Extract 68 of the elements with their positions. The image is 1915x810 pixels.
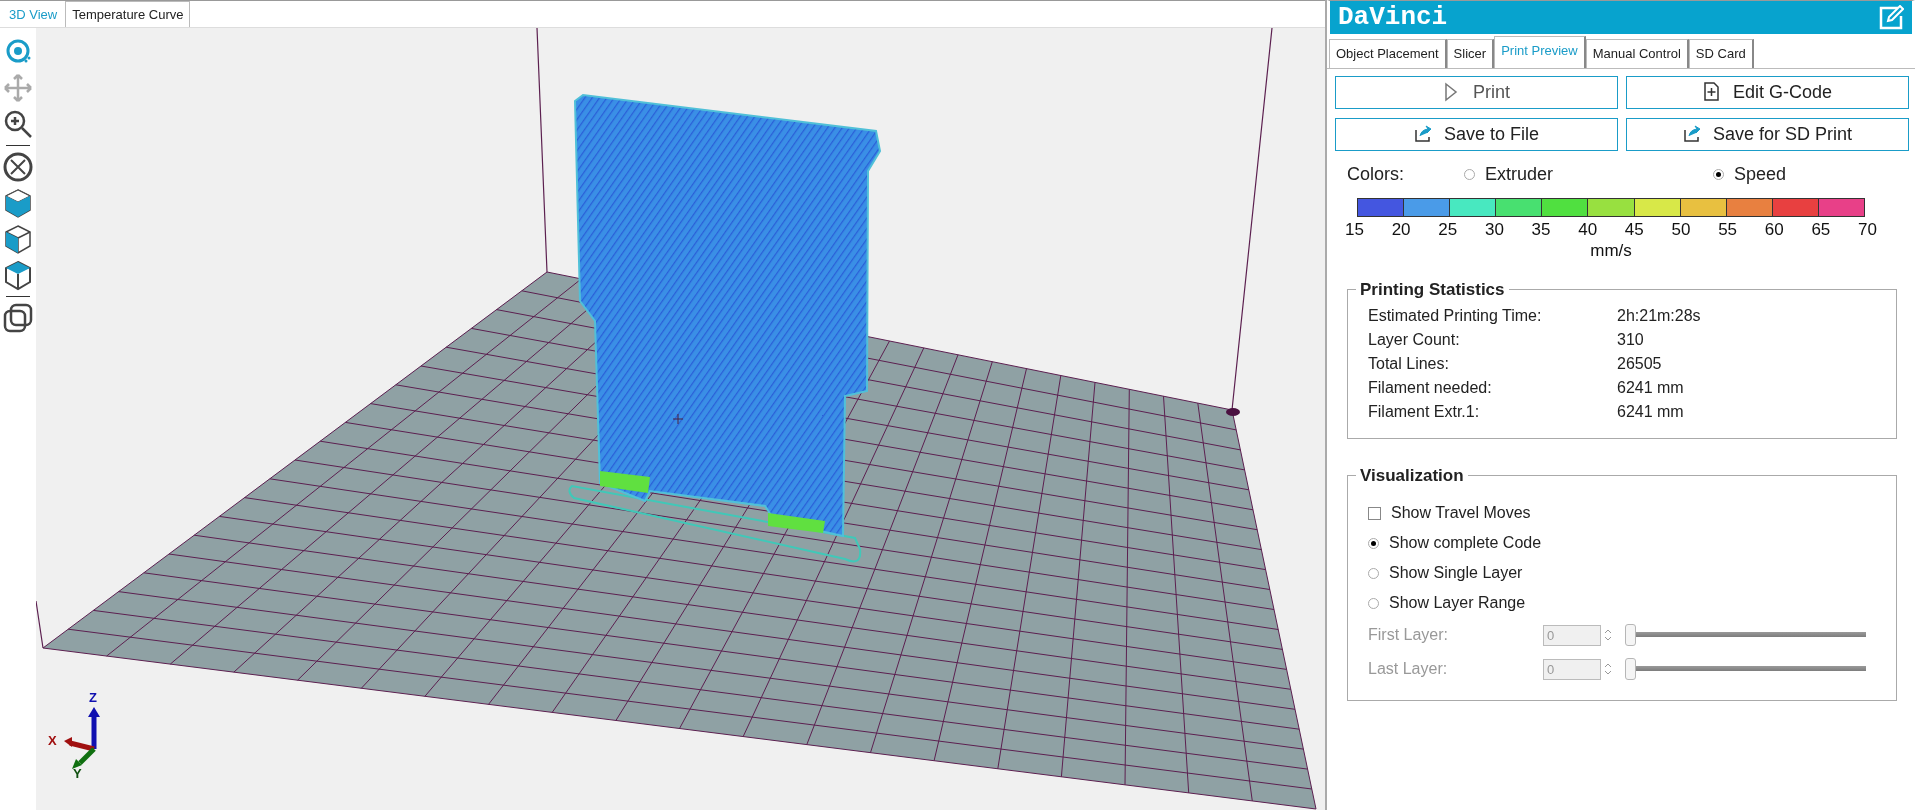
stat-value: 310 <box>1617 330 1644 350</box>
panel-tab[interactable]: Slicer <box>1446 39 1495 68</box>
stat-value: 6241 mm <box>1617 378 1684 398</box>
legend-tick: 40 <box>1578 218 1598 241</box>
radio-button[interactable] <box>1368 597 1379 609</box>
export-icon <box>1682 124 1701 144</box>
cube-icon[interactable] <box>2 187 34 219</box>
spinner-arrows-icon[interactable] <box>1603 627 1613 643</box>
panel-title: DaVinci <box>1338 1 1448 34</box>
zoom-icon[interactable] <box>2 108 34 140</box>
stat-label: Filament Extr.1: <box>1368 402 1481 422</box>
cube-icon[interactable] <box>2 223 34 255</box>
stat-value: 2h:21m:28s <box>1617 306 1701 326</box>
action-button[interactable]: Save for SD Print <box>1626 117 1909 151</box>
stat-value: 26505 <box>1617 354 1662 374</box>
spinner-arrows-icon[interactable] <box>1603 661 1613 677</box>
axis-label: X <box>48 733 57 748</box>
axis-label: Z <box>89 690 97 705</box>
radio-button[interactable] <box>1713 168 1725 180</box>
colors-label: Colors: <box>1347 162 1404 186</box>
group-title: Visualization <box>1359 467 1465 484</box>
fit-view-icon[interactable] <box>2 151 34 183</box>
legend-tick: 15 <box>1345 218 1364 241</box>
file-plus-icon <box>1702 82 1721 102</box>
legend-tick: 60 <box>1764 218 1784 241</box>
layer-label: First Layer: <box>1368 625 1449 645</box>
legend-tick: 55 <box>1718 218 1738 241</box>
panel-tab[interactable]: SD Card <box>1688 39 1754 68</box>
legend-tick: 25 <box>1438 218 1458 241</box>
crosshair-icon <box>672 413 684 425</box>
action-button[interactable]: Save to File <box>1335 117 1618 151</box>
stat-label: Filament needed: <box>1368 378 1493 398</box>
axis-gizmo-drawing <box>64 707 100 769</box>
legend-tick: 45 <box>1624 218 1644 241</box>
legend-tick: 65 <box>1811 218 1831 241</box>
radio-label: Show Layer Range <box>1389 593 1526 613</box>
export-icon <box>1413 124 1432 144</box>
radio-button[interactable] <box>1368 537 1379 549</box>
panel-tab[interactable]: Object Placement <box>1329 39 1447 68</box>
radio-label: Show complete Code <box>1389 533 1542 553</box>
stat-label: Layer Count: <box>1368 330 1461 350</box>
legend-tick: 35 <box>1531 218 1551 241</box>
marker-dot <box>1226 408 1240 416</box>
stat-value: 6241 mm <box>1617 402 1684 422</box>
panel-tab[interactable]: Manual Control <box>1585 39 1689 68</box>
radio-button[interactable] <box>1368 567 1379 579</box>
radio-label: Extruder <box>1485 162 1554 186</box>
group-title: Printing Statistics <box>1359 281 1506 298</box>
radio-label: Show Single Layer <box>1389 563 1523 583</box>
legend-tick: 20 <box>1391 218 1411 241</box>
overlapping-squares-icon[interactable] <box>2 302 34 334</box>
axis-label: Y <box>73 766 82 781</box>
legend-tick: 70 <box>1858 218 1877 241</box>
radio-label: Speed <box>1734 162 1787 186</box>
checkbox-label: Show Travel Moves <box>1391 503 1531 523</box>
checkbox[interactable] <box>1368 506 1381 520</box>
edit-icon[interactable] <box>1878 4 1904 31</box>
radio-button[interactable] <box>1464 168 1475 180</box>
action-button[interactable]: Edit G-Code <box>1626 75 1909 109</box>
cube-icon[interactable] <box>2 259 34 291</box>
view-tab[interactable]: Temperature Curve <box>65 0 191 27</box>
legend-unit: mm/s <box>1590 241 1632 260</box>
stat-label: Total Lines: <box>1368 354 1450 374</box>
layer-label: Last Layer: <box>1368 659 1449 679</box>
stat-label: Estimated Printing Time: <box>1368 306 1543 326</box>
action-button[interactable]: Print <box>1335 75 1618 109</box>
legend-tick: 50 <box>1671 218 1691 241</box>
legend-tick: 30 <box>1484 218 1504 241</box>
